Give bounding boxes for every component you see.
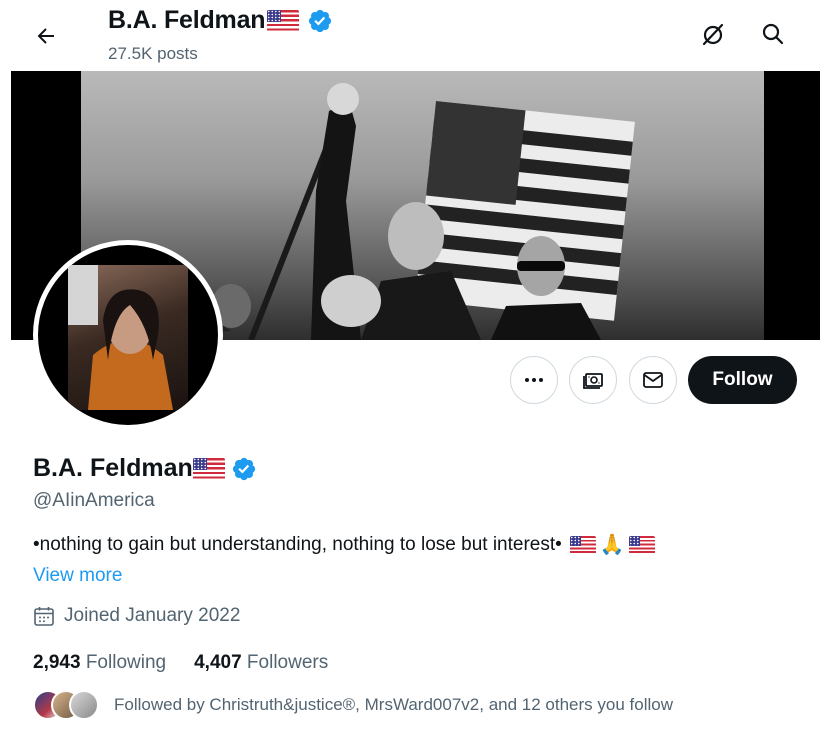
following-stat[interactable]: 2,943 Following xyxy=(33,652,166,674)
joined-text: Joined January 2022 xyxy=(64,605,241,626)
followed-by-row[interactable]: Followed by Christruth&justice®, MrsWard… xyxy=(33,690,673,720)
followers-count: 4,407 xyxy=(194,652,242,673)
grok-icon xyxy=(702,23,724,46)
follower-avatars xyxy=(33,690,99,720)
back-arrow-icon xyxy=(37,28,54,44)
top-bar: B.A. Feldman 27.5K posts xyxy=(0,0,837,70)
bio-text: •nothing to gain but understanding, noth… xyxy=(33,534,562,555)
profile-bio: •nothing to gain but understanding, noth… xyxy=(33,534,655,556)
following-label: Following xyxy=(85,652,167,673)
grok-button[interactable] xyxy=(693,14,733,54)
search-button[interactable] xyxy=(753,14,793,54)
us-flag-emoji xyxy=(267,9,300,32)
profile-handle: @AIinAmerica xyxy=(33,490,155,511)
joined-date: Joined January 2022 xyxy=(33,605,240,627)
subscribe-icon xyxy=(583,373,603,389)
followers-stat[interactable]: 4,407 Followers xyxy=(194,652,328,674)
profile-avatar[interactable] xyxy=(33,240,223,430)
header-posts-count: 27.5K posts xyxy=(108,44,198,63)
calendar-icon xyxy=(34,607,54,626)
view-more-link[interactable]: View more xyxy=(33,565,122,587)
avatar-photo xyxy=(68,265,188,410)
more-icon xyxy=(525,378,543,382)
follower-avatar xyxy=(69,690,99,720)
us-flag-emoji xyxy=(569,536,596,554)
us-flag-emoji xyxy=(628,536,655,554)
profile-name-row: B.A. Feldman xyxy=(33,454,257,483)
follow-button[interactable]: Follow xyxy=(688,356,797,404)
verified-badge-icon xyxy=(309,9,332,32)
followed-by-text: Followed by Christruth&justice®, MrsWard… xyxy=(114,695,673,714)
us-flag-emoji xyxy=(192,457,225,480)
avatar-illustration xyxy=(68,265,173,410)
back-button[interactable] xyxy=(26,16,66,56)
following-count: 2,943 xyxy=(33,652,81,673)
followers-label: Followers xyxy=(246,652,329,673)
message-icon xyxy=(643,372,663,388)
subscribe-button[interactable] xyxy=(569,356,617,404)
more-button[interactable] xyxy=(510,356,558,404)
folded-hands-emoji: 🙏 xyxy=(599,534,625,556)
message-button[interactable] xyxy=(629,356,677,404)
search-icon xyxy=(762,23,784,45)
header-title-row: B.A. Feldman xyxy=(108,6,333,35)
verified-badge-icon[interactable] xyxy=(231,456,257,482)
profile-name: B.A. Feldman xyxy=(33,454,193,482)
follow-stats: 2,943 Following 4,407 Followers xyxy=(33,652,328,674)
header-name: B.A. Feldman xyxy=(108,6,266,34)
